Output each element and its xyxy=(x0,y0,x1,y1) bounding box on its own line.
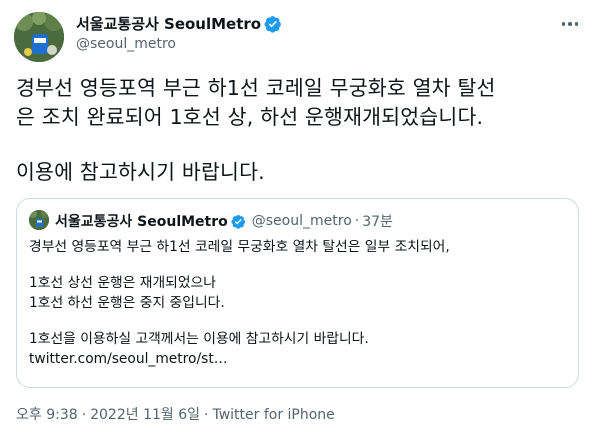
quoted-avatar[interactable] xyxy=(29,210,49,230)
author-name-text[interactable]: 서울교통공사 SeoulMetro xyxy=(76,13,261,34)
more-dots-icon[interactable] xyxy=(557,14,583,34)
quoted-display-name[interactable]: 서울교통공사 SeoulMetro xyxy=(55,211,228,231)
quoted-link[interactable]: twitter.com/seoul_metro/st… xyxy=(29,349,569,369)
author-display-name[interactable]: 서울교통공사 SeoulMetro xyxy=(76,13,282,34)
quoted-header: 서울교통공사 SeoulMetro @seoul_metro · 37분 xyxy=(55,211,393,231)
tweet-source[interactable]: Twitter for iPhone xyxy=(212,407,334,423)
quoted-separator: · xyxy=(354,213,360,229)
tweet-date[interactable]: 2022년 11월 6일 xyxy=(90,407,200,423)
footer-separator: · xyxy=(204,407,209,423)
quoted-text: 경부선 영등포역 부근 하1선 코레일 무궁화호 열차 탈선은 일부 조치되어,… xyxy=(29,237,569,369)
author-handle[interactable]: @seoul_metro xyxy=(76,36,176,52)
footer-separator: · xyxy=(81,407,87,423)
quoted-line: 1호선 상선 운행은 재개되었으나 xyxy=(29,275,216,291)
tweet-footer: 오후 9:38 · 2022년 11월 6일 · Twitter for iPhone xyxy=(16,404,335,424)
tweet-line: 이용에 참고하시기 바랍니다. xyxy=(16,160,265,184)
verified-badge-icon xyxy=(231,214,246,229)
quoted-tweet[interactable]: 서울교통공사 SeoulMetro @seoul_metro · 37분 경부선… xyxy=(16,198,579,388)
quoted-line: 1호선 하선 운행은 중지 중입니다. xyxy=(29,295,225,311)
tweet-line: 은 조치 완료되어 1호선 상, 하선 운행재개되었습니다. xyxy=(16,105,484,129)
tweet-time[interactable]: 오후 9:38 xyxy=(16,407,78,423)
quoted-line: 1호선을 이용하실 고객께서는 이용에 참고하시기 바랍니다. xyxy=(29,331,369,347)
tweet-text: 경부선 영등포역 부근 하1선 코레일 무궁화호 열차 탈선 은 조치 완료되어… xyxy=(16,74,586,187)
quoted-handle[interactable]: @seoul_metro xyxy=(252,213,352,229)
tweet-line: 경부선 영등포역 부근 하1선 코레일 무궁화호 열차 탈선 xyxy=(16,76,496,100)
verified-badge-icon xyxy=(264,15,282,33)
avatar[interactable] xyxy=(14,12,64,62)
quoted-time[interactable]: 37분 xyxy=(362,211,393,231)
quoted-line: 경부선 영등포역 부근 하1선 코레일 무궁화호 열차 탈선은 일부 조치되어, xyxy=(29,239,450,255)
